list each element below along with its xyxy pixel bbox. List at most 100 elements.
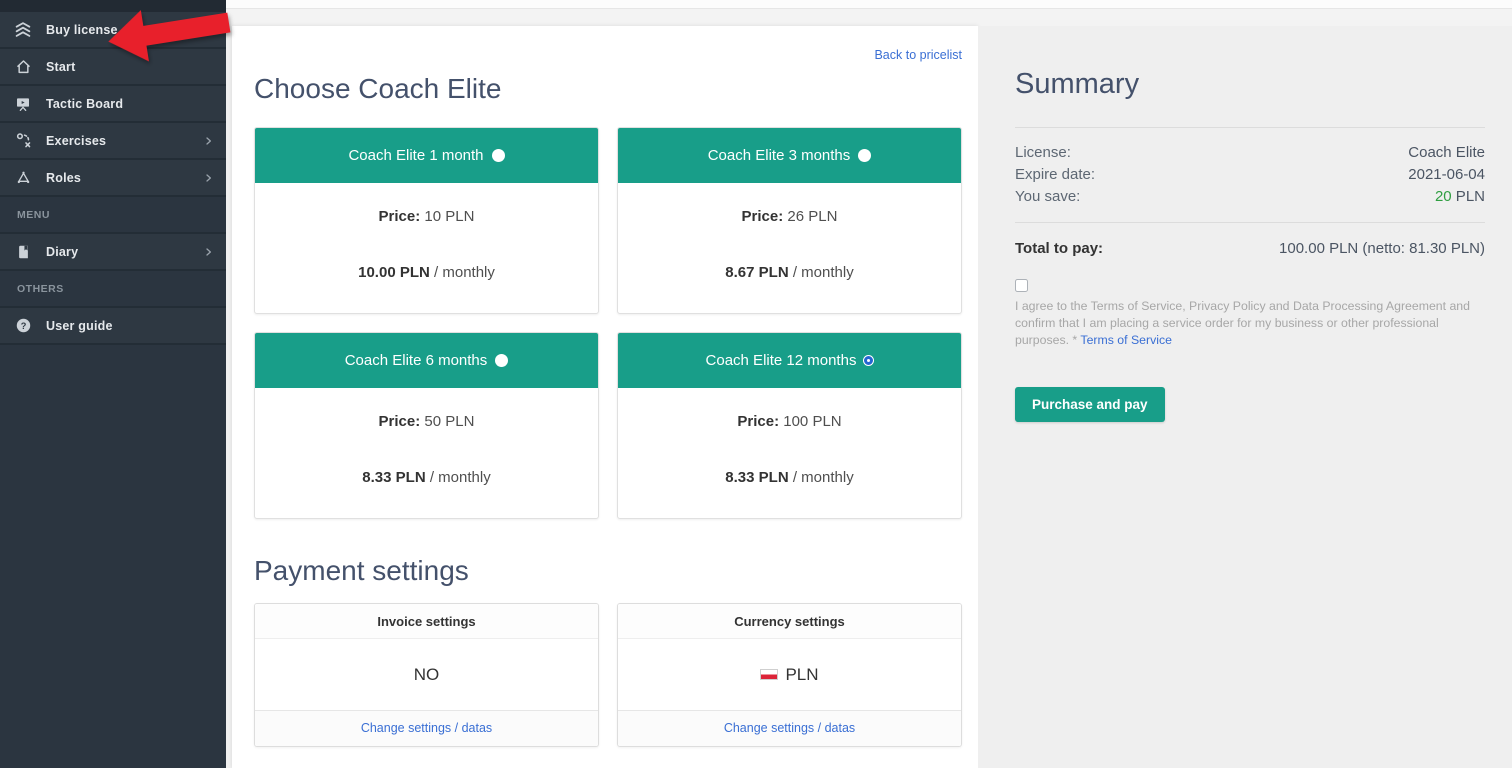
exercises-icon [0,132,46,149]
plan-title: Coach Elite 6 months [345,352,488,369]
roles-icon [0,170,46,186]
page-title: Choose Coach Elite [254,73,962,105]
back-to-pricelist-link[interactable]: Back to pricelist [254,48,962,62]
plan-radio[interactable] [858,149,871,162]
sidebar: Buy license Start Tactic Board Exercises [0,0,226,768]
summary-rows: License: Coach Elite Expire date: 2021-0… [1015,142,1485,208]
total-value: 100.00 PLN (netto: 81.30 PLN) [1279,240,1485,257]
plan-title: Coach Elite 3 months [708,147,851,164]
sidebar-item-buy-license[interactable]: Buy license [0,12,226,49]
summary-row-you-save: You save: 20 PLN [1015,186,1485,208]
plan-price: Price: 50 PLN [255,412,598,432]
plan-title: Coach Elite 1 month [348,147,483,164]
summary-row-value: Coach Elite [1408,142,1485,164]
currency-code: PLN [785,665,818,685]
plan-radio[interactable] [864,356,873,365]
plan-select-header[interactable]: Coach Elite 6 months [255,333,598,388]
plan-body: Price: 10 PLN 10.00 PLN / monthly [255,183,598,313]
sidebar-top-strip [0,0,226,12]
sidebar-item-label: Roles [46,171,81,185]
plan-radio[interactable] [492,149,505,162]
total-to-pay-row: Total to pay: 100.00 PLN (netto: 81.30 P… [1015,240,1485,257]
section-label: OTHERS [17,283,64,295]
sidebar-item-label: Start [46,60,75,74]
chevron-right-icon [204,173,213,183]
sidebar-item-start[interactable]: Start [0,49,226,86]
sidebar-item-label: Buy license [46,23,118,37]
summary-row-label: You save: [1015,186,1080,208]
terms-of-service-link[interactable]: Terms of Service [1080,333,1172,347]
plan-card: Coach Elite 12 months Price: 100 PLN 8.3… [617,332,962,519]
sidebar-item-label: User guide [46,319,113,333]
terms-checkbox[interactable] [1015,279,1028,292]
summary-row-license: License: Coach Elite [1015,142,1485,164]
plan-card: Coach Elite 3 months Price: 26 PLN 8.67 … [617,127,962,314]
divider [1015,127,1485,128]
plan-body: Price: 26 PLN 8.67 PLN / monthly [618,183,961,313]
plan-title: Coach Elite 12 months [706,352,857,369]
settings-grid: Invoice settings NO Change settings / da… [254,603,962,747]
payment-settings-title: Payment settings [254,555,962,587]
section-label: MENU [17,209,50,221]
chevron-right-icon [204,136,213,146]
plan-select-header[interactable]: Coach Elite 12 months [618,333,961,388]
total-label: Total to pay: [1015,240,1103,257]
plan-price: Price: 26 PLN [618,207,961,227]
plan-body: Price: 50 PLN 8.33 PLN / monthly [255,388,598,518]
invoice-settings-card: Invoice settings NO Change settings / da… [254,603,599,747]
content-row: Back to pricelist Choose Coach Elite Coa… [226,26,1512,768]
summary-row-label: License: [1015,142,1071,164]
settings-card-title: Currency settings [618,604,961,639]
summary-row-expire-date: Expire date: 2021-06-04 [1015,164,1485,186]
invoice-settings-value: NO [255,639,598,710]
settings-card-title: Invoice settings [255,604,598,639]
terms-agreement-text: I agree to the Terms of Service, Privacy… [1015,298,1485,349]
sidebar-item-user-guide[interactable]: ? User guide [0,308,226,345]
plan-card: Coach Elite 1 month Price: 10 PLN 10.00 … [254,127,599,314]
settings-card-footer: Change settings / datas [618,710,961,746]
chevron-right-icon [204,247,213,257]
plan-price: Price: 10 PLN [255,207,598,227]
change-invoice-settings-link[interactable]: Change settings / datas [361,721,492,735]
divider [1015,222,1485,223]
plan-monthly: 8.33 PLN / monthly [618,468,961,488]
poland-flag-icon [760,669,778,680]
plan-monthly: 8.67 PLN / monthly [618,263,961,283]
tactic-board-icon [0,96,46,112]
summary-title: Summary [1015,68,1485,101]
top-navbar-edge [226,0,1512,9]
change-currency-settings-link[interactable]: Change settings / datas [724,721,855,735]
sidebar-item-label: Diary [46,245,78,259]
sidebar-item-label: Tactic Board [46,97,123,111]
currency-settings-card: Currency settings PLN Change settings / … [617,603,962,747]
settings-card-footer: Change settings / datas [255,710,598,746]
summary-row-value: 2021-06-04 [1408,164,1485,186]
sidebar-item-roles[interactable]: Roles [0,160,226,197]
currency-settings-value: PLN [618,639,961,710]
plan-select-header[interactable]: Coach Elite 3 months [618,128,961,183]
plans-grid-row-1: Coach Elite 1 month Price: 10 PLN 10.00 … [254,127,962,314]
diary-icon [0,244,46,260]
sidebar-section-others: OTHERS [0,271,226,308]
summary-panel: Summary License: Coach Elite Expire date… [978,26,1512,768]
summary-row-value: 20 PLN [1435,186,1485,208]
plan-select-header[interactable]: Coach Elite 1 month [255,128,598,183]
sidebar-item-exercises[interactable]: Exercises [0,123,226,160]
sidebar-item-diary[interactable]: Diary [0,234,226,271]
plan-price: Price: 100 PLN [618,412,961,432]
purchase-and-pay-button[interactable]: Purchase and pay [1015,387,1165,422]
sidebar-item-tactic-board[interactable]: Tactic Board [0,86,226,123]
main-area: Back to pricelist Choose Coach Elite Coa… [226,0,1512,768]
plan-radio[interactable] [495,354,508,367]
chevrons-up-icon [0,21,46,38]
page-background-strip [226,9,1512,26]
plan-body: Price: 100 PLN 8.33 PLN / monthly [618,388,961,518]
home-icon [0,59,46,75]
plan-monthly: 8.33 PLN / monthly [255,468,598,488]
sidebar-item-label: Exercises [46,134,106,148]
sidebar-section-menu: MENU [0,197,226,234]
plan-monthly: 10.00 PLN / monthly [255,263,598,283]
svg-text:?: ? [20,321,26,331]
help-icon: ? [0,317,46,334]
plans-grid-row-2: Coach Elite 6 months Price: 50 PLN 8.33 … [254,332,962,519]
